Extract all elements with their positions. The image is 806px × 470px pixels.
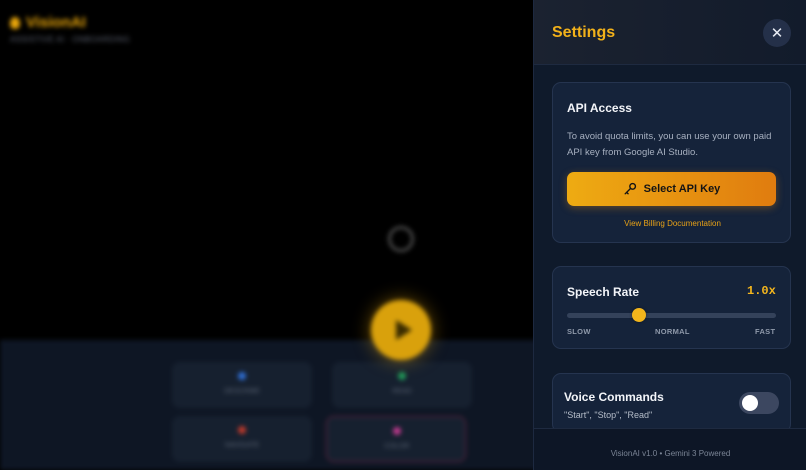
slider-min-label: SLOW [567,327,591,336]
slider-mid-label: NORMAL [655,327,690,336]
close-button[interactable]: ✕ [763,19,791,47]
key-icon [624,182,636,195]
mode-tile-label: COLOR [384,443,410,450]
speech-rate-title: Speech Rate [567,285,640,299]
api-access-description: To avoid quota limits, you can use your … [567,131,772,158]
speech-rate-slider[interactable] [567,313,776,318]
play-button[interactable] [371,300,431,360]
read-icon [398,372,406,380]
toggle-knob [742,395,758,411]
play-icon [396,320,412,340]
select-api-key-label: Select API Key [643,183,721,195]
voice-commands-toggle[interactable] [739,392,779,414]
app-subtitle: ASSISTIVE AI · ONBOARDING [10,35,130,44]
mode-tile-color[interactable]: COLOR [326,416,466,462]
loading-spinner-icon [388,226,414,252]
billing-docs-link[interactable]: View Billing Documentation [553,219,792,228]
app-title: VisionAI [10,14,130,31]
logo-icon [10,16,20,29]
speech-rate-card: Speech Rate 1.0x SLOW NORMAL FAST [552,266,791,349]
voice-commands-card: Voice Commands "Start", "Stop", "Read" [552,373,791,433]
settings-title: Settings [552,24,616,41]
navigate-icon [238,426,246,434]
app-header: VisionAI ASSISTIVE AI · ONBOARDING [10,14,130,44]
slider-max-label: FAST [755,327,776,336]
settings-header: Settings ✕ [534,0,806,65]
mode-tile-label: DESCRIBE [224,388,260,395]
settings-footer: VisionAI v1.0 • Gemini 3 Powered [534,428,806,470]
mode-tile-label: READ [392,388,412,395]
settings-panel: Settings ✕ API Access To avoid quota lim… [533,0,806,470]
describe-icon [238,372,246,380]
mode-tile-describe[interactable]: DESCRIBE [172,362,312,408]
mode-tile-label: NAVIGATE [224,442,260,449]
mode-tile-navigate[interactable]: NAVIGATE [172,416,312,462]
speech-rate-value: 1.0x [747,284,776,298]
api-access-title: API Access [567,101,632,115]
color-icon [393,427,401,435]
mode-tile-read[interactable]: READ [332,362,472,408]
version-text: VisionAI v1.0 • Gemini 3 Powered [610,449,731,458]
speech-rate-slider-thumb[interactable] [632,308,647,322]
api-access-card: API Access To avoid quota limits, you ca… [552,82,791,243]
app-title-text: VisionAI [26,14,86,31]
app-root: VisionAI ASSISTIVE AI · ONBOARDING DESCR… [0,0,806,470]
close-icon: ✕ [770,25,784,42]
voice-commands-title: Voice Commands [564,390,664,404]
voice-commands-subtitle: "Start", "Stop", "Read" [564,410,653,420]
select-api-key-button[interactable]: Select API Key [567,172,776,206]
